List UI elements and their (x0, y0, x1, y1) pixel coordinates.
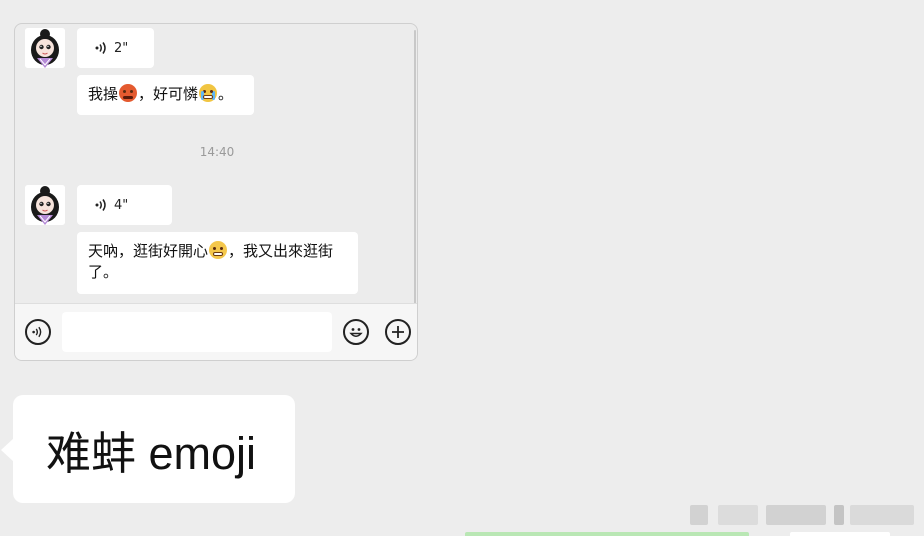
emoji-button[interactable] (343, 319, 369, 345)
message-input-bar (15, 303, 417, 360)
crying-face-icon (199, 84, 218, 102)
angry-face-icon (119, 84, 138, 102)
avatar-girl-icon (25, 185, 65, 225)
message-text: ，好可憐 (138, 85, 199, 103)
voice-mode-button[interactable] (25, 319, 51, 345)
chat-window: 2" 我操 ，好可憐。 14:40 4" 天吶，逛街好開心 ，我又出來逛街了。 (14, 23, 418, 361)
message-timestamp: 14:40 (199, 145, 235, 159)
grinning-face-icon (209, 241, 228, 259)
contact-avatar[interactable] (25, 28, 65, 68)
text-message-bubble[interactable]: 我操 ，好可憐 。 (77, 75, 254, 115)
contact-avatar[interactable] (25, 185, 65, 225)
voice-wave-icon (95, 42, 106, 54)
voice-message-bubble[interactable]: 2" (77, 28, 154, 68)
message-input[interactable] (62, 312, 332, 352)
text-message-bubble[interactable]: 天吶，逛街好開心 ，我又出來逛街了。 (77, 232, 358, 294)
green-bubble-edge (465, 532, 749, 536)
caption-bubble: 难蚌 emoji (13, 395, 295, 503)
caption-text: 难蚌 emoji (46, 427, 257, 479)
more-options-button[interactable] (385, 319, 411, 345)
voice-duration: 4" (114, 197, 129, 213)
message-text: 我操 (88, 85, 119, 103)
voice-wave-icon (95, 199, 106, 211)
voice-mode-icon (32, 326, 42, 338)
voice-duration: 2" (114, 40, 129, 56)
emoji-icon (349, 328, 363, 337)
watermark (690, 503, 914, 525)
message-text: 。 (218, 85, 234, 103)
chat-scrollbar[interactable] (414, 30, 416, 304)
avatar-girl-icon (25, 28, 65, 68)
plus-icon (392, 326, 404, 338)
white-bubble-edge (790, 532, 890, 536)
message-text: 天吶，逛街好開心 (88, 242, 209, 260)
voice-message-bubble[interactable]: 4" (77, 185, 172, 225)
